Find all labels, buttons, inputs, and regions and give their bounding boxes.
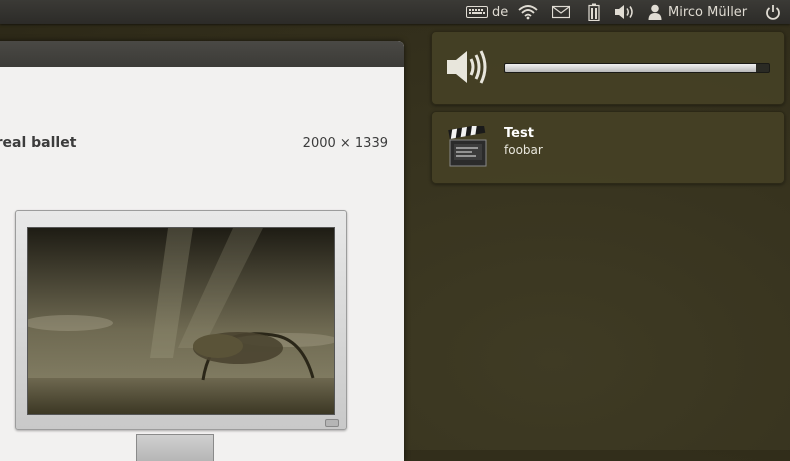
- notification-body: foobar: [504, 143, 543, 157]
- wallpaper-name: poreal ballet: [0, 135, 77, 151]
- keyboard-indicator[interactable]: de: [466, 0, 508, 24]
- notification-bubble: Test foobar: [431, 111, 785, 184]
- user-icon: [648, 4, 662, 20]
- user-name-label: Mirco Müller: [668, 4, 748, 20]
- window-titlebar[interactable]: [0, 41, 404, 67]
- network-indicator[interactable]: [518, 0, 538, 24]
- monitor-button: [325, 419, 339, 427]
- volume-level-fill: [505, 64, 756, 72]
- monitor-stand: [136, 434, 214, 461]
- clapperboard-icon: [448, 123, 488, 172]
- battery-icon: [586, 3, 602, 21]
- appearance-window: poreal ballet 2000 × 1339: [0, 41, 404, 461]
- wallpaper-preview-monitor: [15, 210, 347, 430]
- sound-indicator[interactable]: [614, 0, 636, 24]
- wallpaper-size: 2000 × 1339: [302, 136, 388, 151]
- wifi-icon: [518, 4, 538, 20]
- keyboard-layout-label: de: [492, 4, 509, 20]
- volume-icon: [614, 4, 636, 20]
- messaging-indicator[interactable]: [552, 0, 570, 24]
- wallpaper-preview-image: [27, 227, 335, 415]
- keyboard-icon: [466, 5, 488, 19]
- volume-osd: [431, 31, 785, 105]
- mail-icon: [552, 5, 570, 19]
- battery-indicator[interactable]: [586, 0, 602, 24]
- top-panel: de Mirco Müller: [0, 0, 790, 24]
- speaker-volume-icon: [445, 47, 489, 91]
- user-indicator[interactable]: Mirco Müller: [648, 0, 747, 24]
- notification-title: Test: [504, 126, 534, 141]
- session-indicator[interactable]: [765, 0, 781, 24]
- power-icon: [765, 4, 781, 20]
- volume-level-bar: [504, 63, 770, 73]
